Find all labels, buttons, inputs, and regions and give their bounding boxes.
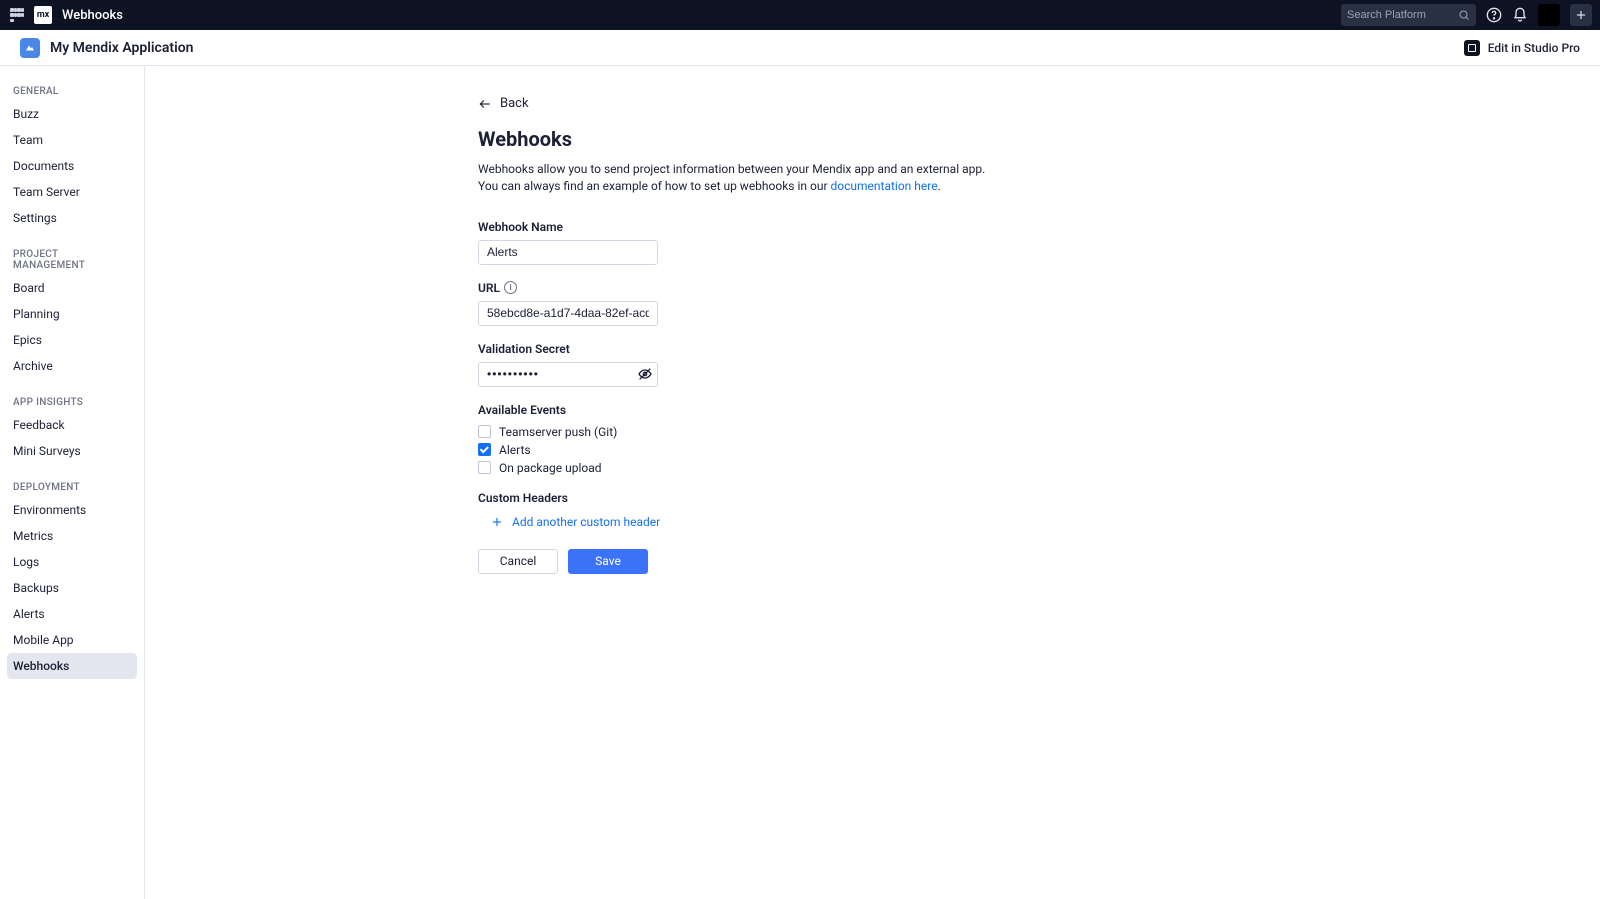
body: GENERALBuzzTeamDocumentsTeam ServerSetti… [0,66,1600,899]
sidebar-item-mobile-app[interactable]: Mobile App [7,627,137,653]
app-icon [20,38,40,58]
field-webhook-name: Webhook Name [478,220,1378,265]
sidebar-item-mini-surveys[interactable]: Mini Surveys [7,438,137,464]
sidebar-item-feedback[interactable]: Feedback [7,412,137,438]
page-description: Webhooks allow you to send project infor… [478,161,1378,196]
search-input[interactable] [1347,9,1458,21]
event-row: On package upload [478,461,1378,475]
sidebar-section-label: PROJECT MANAGEMENT [7,241,137,275]
field-custom-headers: Custom Headers Add another custom header [478,491,1378,531]
search-icon [1458,9,1470,21]
sidebar: GENERALBuzzTeamDocumentsTeam ServerSetti… [0,66,145,899]
field-available-events: Available Events Teamserver push (Git) Al… [478,403,1378,475]
topbar: mx Webhooks [0,0,1600,30]
event-label: On package upload [499,461,602,475]
button-row: Cancel Save [478,549,1378,574]
event-checkbox[interactable] [478,461,491,474]
sidebar-item-archive[interactable]: Archive [7,353,137,379]
app-header: My Mendix Application Edit in Studio Pro [0,30,1600,66]
sidebar-item-planning[interactable]: Planning [7,301,137,327]
field-validation-secret: Validation Secret [478,342,1378,387]
sidebar-section-label: DEPLOYMENT [7,474,137,497]
available-events-label: Available Events [478,403,1378,417]
studio-pro-icon [1464,40,1480,56]
sidebar-item-settings[interactable]: Settings [7,205,137,231]
webhook-name-label: Webhook Name [478,220,1378,234]
app-title: My Mendix Application [50,40,193,56]
sidebar-item-buzz[interactable]: Buzz [7,101,137,127]
events-list: Teamserver push (Git) Alerts On package up… [478,425,1378,475]
sidebar-item-backups[interactable]: Backups [7,575,137,601]
back-button[interactable]: Back [478,96,1378,111]
sidebar-item-alerts[interactable]: Alerts [7,601,137,627]
event-checkbox[interactable] [478,425,491,438]
search-box[interactable] [1341,4,1476,26]
desc-line2b: . [938,179,941,193]
app-header-left: My Mendix Application [20,38,193,58]
documentation-link[interactable]: documentation here [831,179,938,193]
webhook-name-input[interactable] [478,240,658,265]
sidebar-item-epics[interactable]: Epics [7,327,137,353]
eye-off-icon [637,366,653,382]
content: Back Webhooks Webhooks allow you to send… [478,96,1378,574]
url-label: URL i [478,281,1378,295]
sidebar-section-label: APP INSIGHTS [7,389,137,412]
url-label-text: URL [478,281,500,295]
mx-logo-icon[interactable]: mx [34,6,52,24]
sidebar-item-metrics[interactable]: Metrics [7,523,137,549]
page-title: Webhooks [478,127,1378,151]
event-label: Teamserver push (Git) [499,425,617,439]
arrow-left-icon [478,97,492,111]
field-url: URL i [478,281,1378,326]
new-button[interactable] [1570,4,1592,26]
apps-grid-icon[interactable] [10,8,24,22]
sidebar-section-label: GENERAL [7,78,137,101]
sidebar-item-webhooks[interactable]: Webhooks [7,653,137,679]
sidebar-item-board[interactable]: Board [7,275,137,301]
save-button[interactable]: Save [568,549,648,574]
event-label: Alerts [499,443,531,457]
topbar-left: mx Webhooks [10,6,123,24]
url-input[interactable] [478,301,658,326]
bell-icon[interactable] [1512,7,1528,23]
event-row: Alerts [478,443,1378,457]
topbar-title: Webhooks [62,8,123,23]
help-icon[interactable] [1486,7,1502,23]
user-avatar[interactable] [1538,4,1560,26]
topbar-right [1341,4,1592,26]
event-checkbox[interactable] [478,443,491,456]
back-label: Back [500,96,529,111]
add-custom-header-label: Add another custom header [512,515,660,529]
validation-secret-label: Validation Secret [478,342,1378,356]
sidebar-item-team-server[interactable]: Team Server [7,179,137,205]
sidebar-item-environments[interactable]: Environments [7,497,137,523]
sidebar-item-documents[interactable]: Documents [7,153,137,179]
add-custom-header-button[interactable]: Add another custom header [478,513,1378,531]
secret-input-wrap [478,362,658,387]
edit-studio-pro-label: Edit in Studio Pro [1488,41,1580,55]
sidebar-item-team[interactable]: Team [7,127,137,153]
sidebar-item-logs[interactable]: Logs [7,549,137,575]
cancel-button[interactable]: Cancel [478,549,558,574]
validation-secret-input[interactable] [478,362,658,387]
plus-icon [490,515,504,529]
event-row: Teamserver push (Git) [478,425,1378,439]
main: Back Webhooks Webhooks allow you to send… [145,66,1600,899]
desc-line2a: You can always find an example of how to… [478,179,831,193]
edit-studio-pro-button[interactable]: Edit in Studio Pro [1464,40,1580,56]
desc-line1: Webhooks allow you to send project infor… [478,162,985,176]
info-icon[interactable]: i [504,281,517,294]
toggle-secret-visibility-button[interactable] [637,366,653,382]
custom-headers-label: Custom Headers [478,491,1378,505]
